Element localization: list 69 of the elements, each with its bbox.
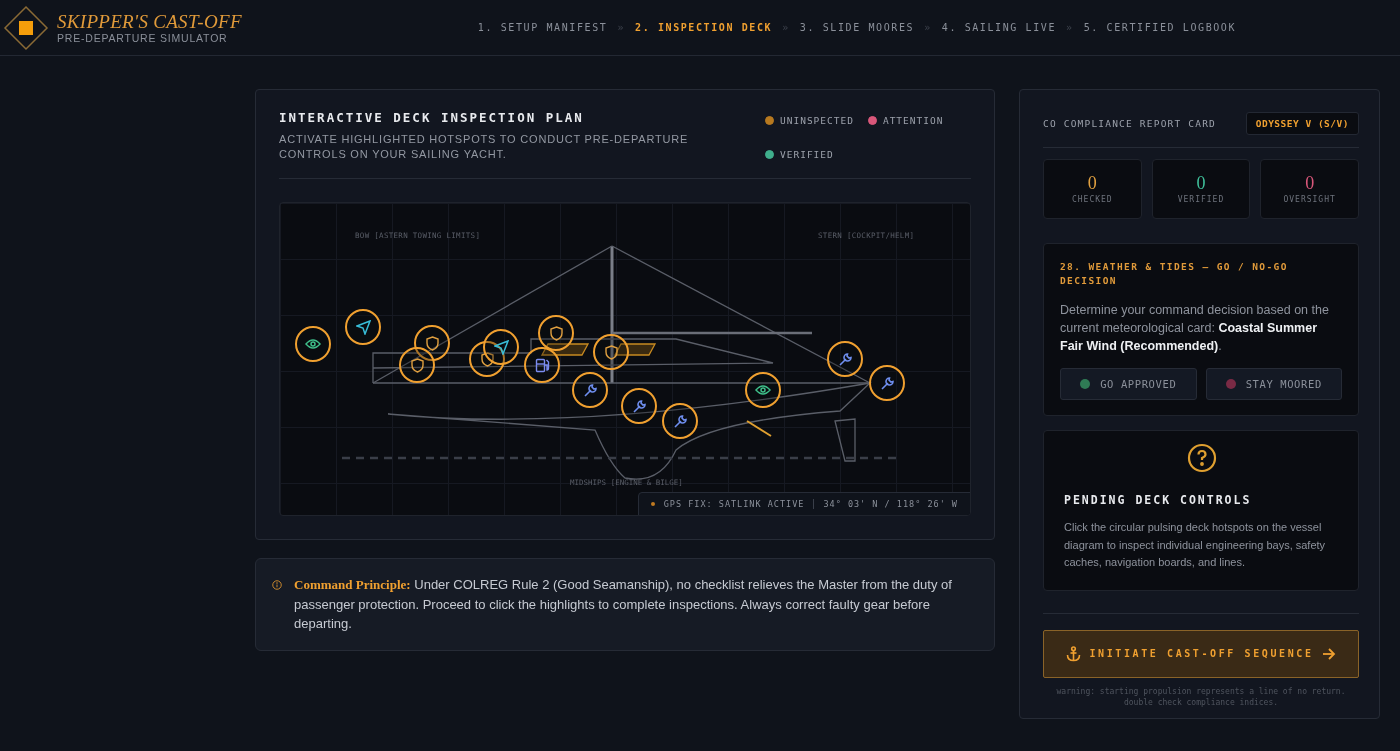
hotspot-button[interactable] [745,372,781,408]
hotspot-button[interactable] [399,347,435,383]
panel-subtitle: ACTIVATE HIGHLIGHTED HOTSPOTS TO CONDUCT PRE-DEPARTURE CONTROLS ON YOUR SAILING YACHT. [279,132,690,162]
shield-icon [410,357,424,373]
decision-button[interactable]: GO APPROVED [1060,368,1197,400]
principle-text: Command Principle: Under COLREG Rule 2 (Good Seamanship), no checklist relieves the Master from the duty of passenger protection. Proceed to click the highlights to complete inspections. Always correct faulty gear before departing. [294,576,953,633]
step-tab[interactable]: 4. SAILING LIVE [941,22,1057,33]
hotspot-button[interactable] [572,372,608,408]
fuel-pump-icon [534,357,550,373]
wrench-icon [582,382,598,398]
shield-icon [604,344,618,360]
legend-label: UNINSPECTED [780,114,854,126]
anchor-icon [1066,645,1082,662]
shield-icon [480,351,494,367]
stat-value: 0 [1196,174,1206,192]
step-separator: » [1066,22,1074,33]
hotspot-button[interactable] [295,326,331,362]
hotspot-button[interactable] [621,388,657,424]
vessel-tag: ODYSSEY V (S/V) [1245,112,1359,135]
wrench-icon [837,351,853,367]
hotspot-button[interactable] [662,403,698,439]
stat-label: OVERSIGHT [1283,195,1336,204]
gps-coordinates: 34° 03' N / 118° 26' W [823,499,958,509]
shield-icon [425,335,439,351]
stat-label: CHECKED [1071,195,1113,204]
app-title: SKIPPER'S CAST-OFF [57,11,242,32]
stat-value: 0 [1305,174,1315,192]
hotspot-button[interactable] [524,347,560,383]
decision-button[interactable]: STAY MOORED [1205,368,1342,400]
eye-icon [755,384,771,396]
hotspot-button[interactable] [345,309,381,345]
status-dot-icon [650,502,655,506]
pending-text: Click the circular pulsing deck hotspots on the vessel diagram to inspect individual engineering bays, safety caches, navigation boards, and lines. [1064,520,1327,570]
stat-label: VERIFIED [1177,195,1225,204]
step-separator: » [924,22,932,33]
step-tab[interactable]: 2. INSPECTION DECK [635,22,773,33]
help-icon [1187,443,1217,473]
cast-off-button[interactable]: INITIATE CAST-OFF SEQUENCE [1043,629,1359,678]
panel-title: INTERACTIVE DECK INSPECTION PLAN [279,110,585,125]
shield-icon [549,325,563,341]
hotspot-button[interactable] [593,334,629,370]
legend-label: ATTENTION [882,114,944,126]
hotspot-button[interactable] [869,365,905,401]
logo-icon [3,4,49,51]
step-separator: » [617,22,626,33]
step-tab[interactable]: 5. CERTIFIED LOGBOOK [1083,22,1237,33]
app-subtitle: PRE-DEPARTURE SIMULATOR [57,31,229,44]
wrench-icon [631,398,647,414]
wrench-icon [672,413,688,429]
hotspot-button[interactable] [469,341,505,377]
hotspot-button[interactable] [827,341,863,377]
step-separator: » [782,22,790,33]
navigation-icon [493,339,509,355]
legend-label: VERIFIED [780,148,834,160]
navigation-icon [355,319,371,335]
report-title: CO COMPLIANCE REPORT CARD [1043,118,1216,129]
stat-value: 0 [1087,174,1097,192]
wrench-icon [879,375,895,391]
gps-status: GPS FIX: SATLINK ACTIVE [663,499,805,509]
decision-title: 28. WEATHER & TIDES — GO / NO-GO DECISION [1060,260,1289,288]
hotspot-button[interactable] [538,315,574,351]
hotspot-button[interactable] [414,325,450,361]
arrow-right-icon [1321,647,1336,660]
pending-title: PENDING DECK CONTROLS [1064,493,1253,507]
step-tab[interactable]: 3. SLIDE MOORES [799,22,915,33]
decision-text: Determine your command decision based on the current meteorological card: Coastal Summer Fair Wind (Recommended). [1060,302,1330,355]
eye-icon [305,338,321,350]
step-tab[interactable]: 1. SETUP MANIFEST [477,22,608,33]
hotspot-button[interactable] [483,329,519,365]
